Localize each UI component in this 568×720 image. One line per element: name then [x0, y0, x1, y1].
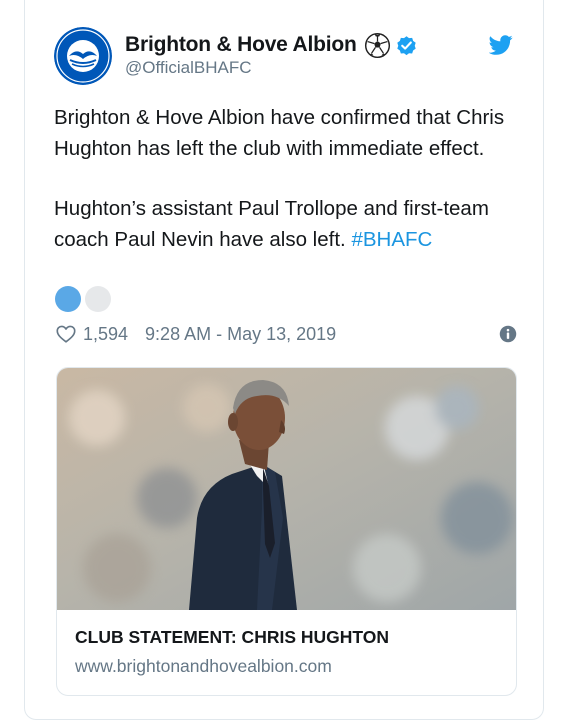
- tweet-paragraph-2: Hughton’s assistant Paul Trollope and fi…: [54, 194, 524, 255]
- blue-circle-icon: [55, 286, 81, 312]
- display-name[interactable]: Brighton & Hove Albion: [125, 33, 357, 57]
- tweet-text: Brighton & Hove Albion have confirmed th…: [54, 103, 524, 255]
- link-preview-image[interactable]: [57, 368, 517, 610]
- tweet-paragraph-1: Brighton & Hove Albion have confirmed th…: [54, 106, 505, 160]
- twitter-bird-icon[interactable]: [489, 33, 513, 57]
- tweet-meta: 1,594 9:28 AM - May 13, 2019: [55, 321, 517, 347]
- handle[interactable]: @OfficialBHAFC: [125, 58, 252, 78]
- club-crest-icon: [54, 27, 112, 85]
- soccer-ball-icon: [364, 32, 390, 58]
- verified-icon: [396, 35, 416, 55]
- avatar[interactable]: [54, 27, 112, 85]
- author-row[interactable]: Brighton & Hove Albion: [125, 31, 418, 59]
- tweet-card: Brighton & Hove Albion @OfficialBHAFC Br…: [24, 0, 544, 720]
- link-preview-card[interactable]: CLUB STATEMENT: CHRIS HUGHTON www.bright…: [56, 367, 517, 696]
- hashtag-link[interactable]: #BHAFC: [351, 228, 432, 251]
- heart-icon[interactable]: [55, 323, 77, 345]
- timestamp[interactable]: 9:28 AM - May 13, 2019: [145, 324, 336, 345]
- like-count[interactable]: 1,594: [83, 324, 128, 345]
- emoji-dots: [55, 286, 115, 312]
- info-icon[interactable]: [499, 325, 517, 343]
- white-circle-icon: [85, 286, 111, 312]
- link-title[interactable]: CLUB STATEMENT: CHRIS HUGHTON: [75, 627, 389, 648]
- link-url[interactable]: www.brightonandhovealbion.com: [75, 656, 332, 677]
